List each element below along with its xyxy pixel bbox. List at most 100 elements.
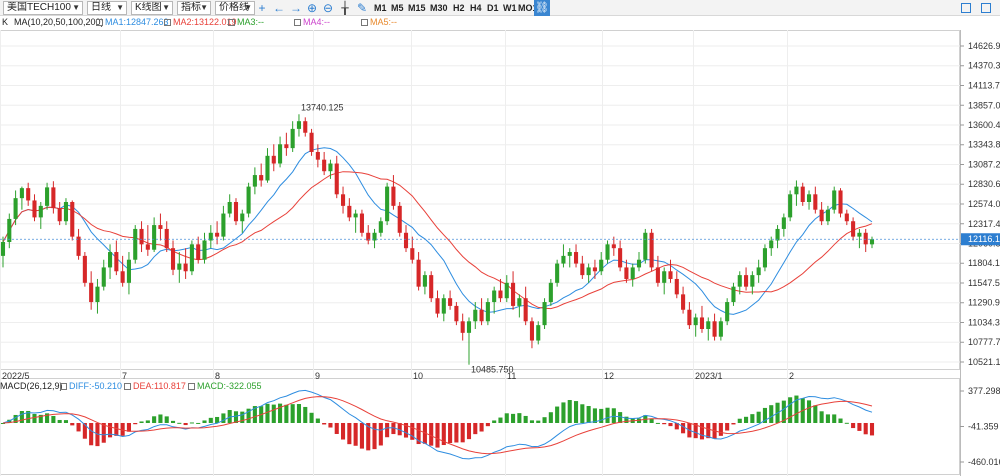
macd-histogram-bar bbox=[542, 417, 547, 423]
high-annotation: 13740.125 bbox=[301, 102, 344, 112]
macd-histogram-bar bbox=[737, 418, 742, 423]
candle-body bbox=[838, 190, 843, 214]
candle-body bbox=[441, 298, 446, 314]
macd-histogram-bar bbox=[857, 422, 862, 431]
macd-histogram-bar bbox=[473, 422, 478, 435]
candle-body bbox=[196, 244, 201, 260]
macd-histogram-bar bbox=[668, 422, 673, 427]
price-axis-label: 13087.25 bbox=[968, 160, 1000, 170]
candle-body bbox=[813, 194, 818, 210]
price-axis-label: 12830.64 bbox=[968, 179, 1000, 189]
price-axis-label: 13343.87 bbox=[968, 140, 1000, 150]
candle-body bbox=[580, 263, 585, 276]
candle-body bbox=[89, 282, 94, 303]
macd-histogram-bar bbox=[517, 413, 522, 423]
price-axis-label: 14370.32 bbox=[968, 61, 1000, 71]
candle-body bbox=[643, 232, 648, 260]
macd-histogram-bar bbox=[718, 422, 723, 436]
candle-body bbox=[347, 205, 352, 218]
candle-body bbox=[183, 263, 188, 272]
candle-body bbox=[555, 263, 560, 283]
candle-body bbox=[485, 302, 490, 322]
macd-histogram-bar bbox=[164, 416, 169, 423]
macd-histogram-bar bbox=[221, 413, 226, 423]
macd-histogram-bar bbox=[523, 415, 528, 423]
candle-body bbox=[662, 271, 667, 283]
macd-histogram-bar bbox=[208, 417, 213, 423]
candle-body bbox=[567, 252, 572, 256]
macd-histogram-bar bbox=[788, 397, 793, 423]
price-axis-label: 13600.48 bbox=[968, 120, 1000, 130]
macd-histogram-bar bbox=[429, 422, 434, 446]
candle-body bbox=[466, 321, 472, 333]
candle-body bbox=[775, 228, 780, 241]
candle-body bbox=[492, 290, 497, 303]
macd-histogram-bar bbox=[353, 422, 358, 446]
candle-body bbox=[624, 267, 629, 279]
candle-body bbox=[38, 205, 43, 218]
macd-histogram-bar bbox=[592, 408, 597, 423]
candle-body bbox=[19, 188, 24, 199]
macd-histogram-bar bbox=[605, 407, 610, 423]
price-axis-label: 10521.12 bbox=[968, 357, 1000, 367]
candle-body bbox=[832, 190, 837, 210]
candle-body bbox=[202, 240, 207, 260]
candle-body bbox=[649, 232, 654, 268]
candle-body bbox=[630, 267, 635, 279]
macd-histogram-bar bbox=[769, 405, 774, 423]
candle-body bbox=[158, 225, 163, 229]
macd-histogram-bar bbox=[334, 422, 339, 434]
candle-body bbox=[479, 309, 484, 322]
price-chart[interactable]: 14626.93 14370.32 14113.70 13857.09 13600.48… bbox=[0, 0, 1000, 476]
macd-histogram-bar bbox=[57, 419, 62, 423]
candle-body bbox=[750, 275, 755, 287]
macd-histogram-bar bbox=[863, 422, 868, 435]
macd-histogram-bar bbox=[485, 422, 490, 427]
current-price-label: 12116.11 bbox=[968, 234, 1000, 244]
candle-body bbox=[278, 144, 283, 164]
candle-body bbox=[403, 232, 409, 249]
macd-histogram-bar bbox=[322, 422, 327, 425]
macd-histogram-bar bbox=[611, 408, 616, 423]
candle-body bbox=[737, 275, 742, 287]
candle-body bbox=[429, 275, 434, 299]
candle-body bbox=[391, 186, 396, 206]
candle-body bbox=[819, 209, 824, 222]
candle-body bbox=[177, 263, 182, 270]
candle-body bbox=[51, 187, 56, 209]
macd-histogram-bar bbox=[825, 414, 830, 423]
candle-body bbox=[170, 248, 176, 270]
macd-histogram-bar bbox=[655, 422, 660, 424]
diff-legend[interactable]: DIFF:-50.210 bbox=[60, 380, 122, 392]
candle-body bbox=[13, 198, 18, 219]
dea-legend[interactable]: DEA:110.817 bbox=[124, 380, 186, 392]
macd-histogram-bar bbox=[529, 420, 535, 423]
macd-histogram-bar bbox=[460, 422, 465, 443]
macd-histogram-bar bbox=[555, 406, 560, 423]
macd-histogram-bar bbox=[725, 422, 730, 431]
candle-body bbox=[227, 202, 232, 214]
candle-body bbox=[385, 186, 390, 222]
candle-body bbox=[655, 267, 660, 283]
candle-body bbox=[712, 321, 717, 337]
candle-body bbox=[592, 267, 597, 272]
macd-histogram-bar bbox=[290, 404, 295, 423]
candle-body bbox=[133, 228, 138, 260]
price-axis-label: 12317.41 bbox=[968, 219, 1000, 229]
macd-value-legend[interactable]: MACD:-322.055 bbox=[188, 380, 262, 392]
candle-body bbox=[725, 302, 730, 322]
low-annotation: 10485.750 bbox=[471, 365, 514, 375]
candle-body bbox=[265, 155, 270, 181]
macd-histogram-bar bbox=[284, 404, 289, 423]
macd-histogram-bar bbox=[126, 422, 131, 432]
macd-histogram-bar bbox=[177, 422, 182, 424]
macd-histogram-bar bbox=[108, 422, 113, 438]
candle-body bbox=[788, 194, 793, 218]
macd-histogram-bar bbox=[63, 420, 69, 423]
candle-body bbox=[523, 298, 528, 322]
candle-body bbox=[511, 282, 516, 306]
macd-histogram-bar bbox=[315, 418, 320, 423]
macd-histogram-bar bbox=[202, 420, 207, 423]
candle-body bbox=[164, 228, 169, 249]
macd-panel bbox=[0, 389, 875, 460]
